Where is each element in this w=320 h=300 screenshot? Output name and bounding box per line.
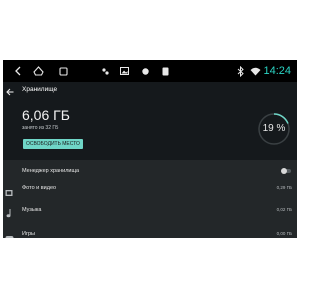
music-icon <box>5 205 13 223</box>
chevron-left-icon[interactable] <box>13 64 23 78</box>
storage-list: Менеджер хранилища Фото и видео 0,29 ГБ … <box>3 160 297 238</box>
page-title: Хранилище <box>22 86 58 93</box>
recents-icon[interactable] <box>58 64 68 78</box>
app-icon <box>100 64 110 78</box>
list-item-label: Фото и видео <box>22 185 57 191</box>
usage-ring: 19 % <box>257 112 291 146</box>
storage-manager-toggle[interactable] <box>281 168 291 174</box>
home-icon[interactable] <box>32 64 44 78</box>
storage-manager-row[interactable]: Менеджер хранилища <box>3 166 297 176</box>
back-arrow-icon[interactable] <box>5 84 15 102</box>
photos-icon <box>5 184 13 202</box>
storage-screen: 14:24 Хранилище 6,06 ГБ занято из 32 ГБ … <box>3 60 297 238</box>
status-bar: 14:24 <box>3 60 297 82</box>
wifi-icon <box>249 64 261 78</box>
list-item[interactable]: Музыка 0,02 ГБ <box>3 205 297 218</box>
app-icon <box>140 64 150 78</box>
used-storage-value: 6,06 ГБ <box>22 107 70 123</box>
gallery-icon <box>119 64 129 78</box>
storage-manager-label: Менеджер хранилища <box>22 168 80 174</box>
sim-icon <box>161 64 169 78</box>
usage-percent-label: 19 % <box>262 123 286 134</box>
used-of-total-label: занято из 32 ГБ <box>22 125 59 131</box>
games-icon <box>5 229 14 238</box>
list-item[interactable]: Игры 0,00 ГБ <box>3 229 297 238</box>
list-item-label: Музыка <box>22 207 42 213</box>
list-item-size: 0,00 ГБ <box>276 231 292 236</box>
free-space-button[interactable]: ОСВОБОДИТЬ МЕСТО <box>23 139 83 149</box>
app-bar: Хранилище <box>3 82 297 98</box>
list-item-size: 0,02 ГБ <box>276 207 292 212</box>
clock: 14:24 <box>263 65 291 77</box>
list-item-size: 0,29 ГБ <box>276 185 292 190</box>
list-item-label: Игры <box>22 231 35 237</box>
bluetooth-icon <box>236 64 244 78</box>
list-item[interactable]: Фото и видео 0,29 ГБ <box>3 183 297 196</box>
